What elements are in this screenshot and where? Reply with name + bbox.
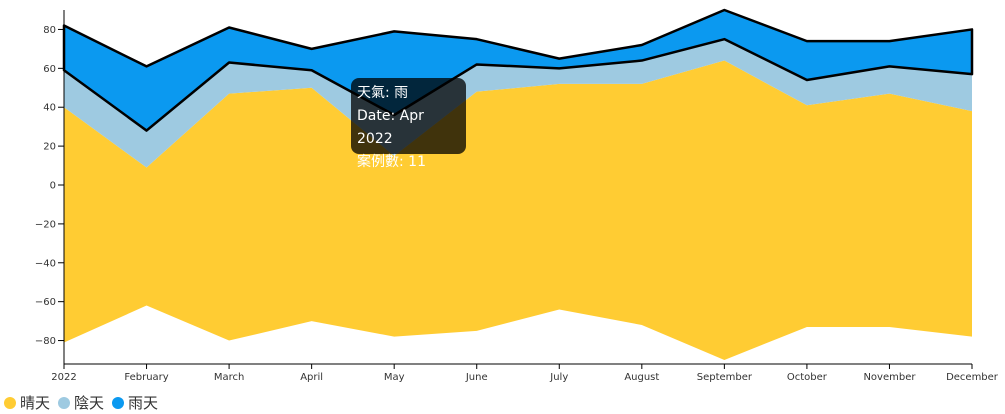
x-tick-label-11: December xyxy=(946,372,999,383)
y-tick-label--20: −20 xyxy=(35,219,56,230)
legend-item-cloudy[interactable]: 陰天 xyxy=(58,392,104,413)
tooltip-count: 案例數: 11 xyxy=(357,154,426,170)
x-tick-label-2: March xyxy=(214,372,244,383)
y-tick-label--60: −60 xyxy=(35,297,56,308)
x-tick-label-3: April xyxy=(300,372,323,383)
y-tick-label-0: 0 xyxy=(50,181,56,192)
legend-item-rainy[interactable]: 雨天 xyxy=(112,392,158,413)
y-tick-label-60: 60 xyxy=(43,64,56,75)
x-tick-label-0: 2022 xyxy=(51,372,76,383)
x-tick-label-5: June xyxy=(465,372,488,383)
legend-swatch-sunny xyxy=(4,396,16,409)
x-tick-label-6: July xyxy=(549,372,568,383)
x-tick-label-7: August xyxy=(624,372,659,383)
x-tick-label-4: May xyxy=(384,372,405,383)
y-tick-label--80: −80 xyxy=(35,336,56,347)
y-tick-label-20: 20 xyxy=(43,142,56,153)
legend-swatch-cloudy xyxy=(58,396,71,409)
x-tick-label-9: October xyxy=(787,372,828,383)
x-tick-label-10: November xyxy=(863,372,916,383)
y-tick-label-40: 40 xyxy=(43,103,56,114)
legend-label-cloudy: 陰天 xyxy=(74,394,105,412)
x-tick-label-1: February xyxy=(124,372,168,383)
y-tick-label--40: −40 xyxy=(35,258,56,269)
legend: 晴天 陰天 雨天 xyxy=(4,392,158,413)
tooltip: 天氣: 雨 Date: Apr 2022 案例數: 11 xyxy=(351,78,466,170)
legend-label-sunny: 晴天 xyxy=(20,394,51,412)
x-tick-label-8: September xyxy=(697,372,753,383)
tooltip-date: Date: Apr 2022 xyxy=(357,108,424,147)
legend-item-sunny[interactable]: 晴天 xyxy=(4,392,50,413)
stream-chart: −80 −60 −40 −20 0 20 40 60 80 2022 February March Ap… xyxy=(35,8,999,383)
legend-swatch-rainy xyxy=(112,396,125,409)
legend-label-rainy: 雨天 xyxy=(128,394,159,412)
y-tick-label-80: 80 xyxy=(43,25,56,36)
tooltip-weather: 天氣: 雨 xyxy=(357,85,409,101)
